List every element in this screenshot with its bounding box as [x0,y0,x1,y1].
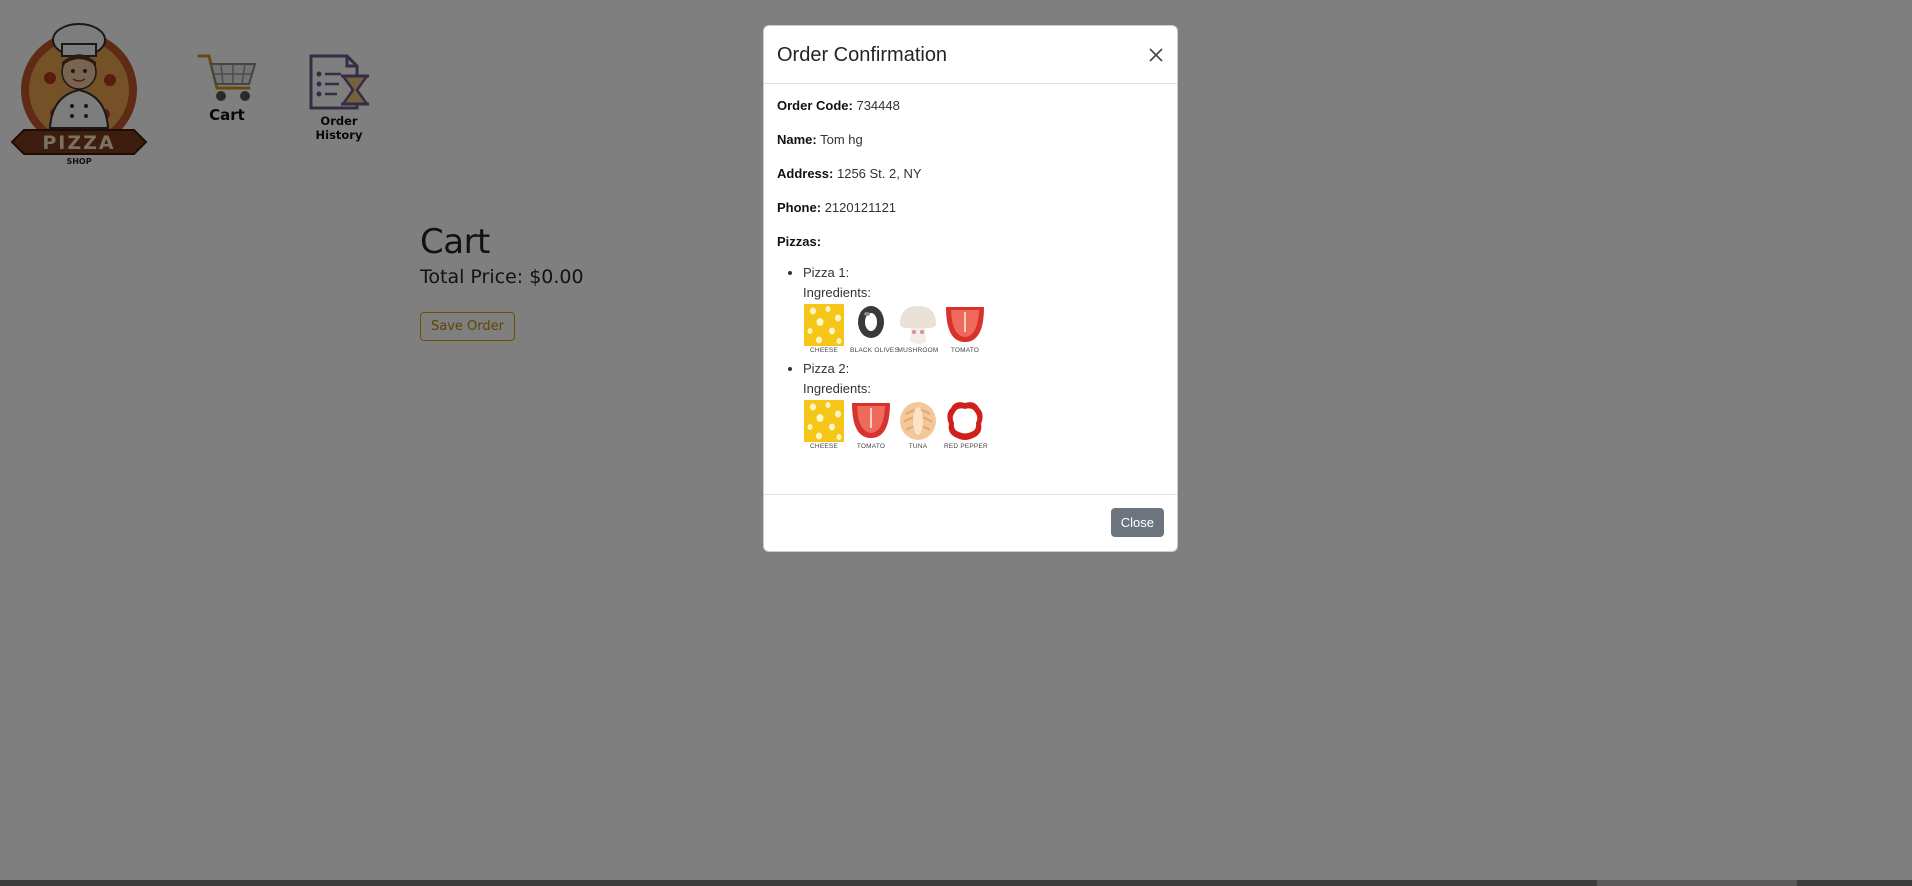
phone-label: Phone: [777,200,822,215]
ingredient-cheese: CHEESE [803,304,845,355]
black-olive-icon [858,306,884,338]
ingredient-caption: TUNA [908,443,928,450]
ingredient-tomato: TOMATO [944,304,986,355]
pizza-label: Pizza 2: [803,361,850,376]
tuna-icon [900,402,936,440]
address-label: Address: [777,166,834,181]
ingredient-row: CHEESE BLACK OLIVES MUSHROOM TOMATO [803,304,1164,355]
ingredient-tomato: TOMATO [850,400,892,451]
order-code-label: Order Code: [777,98,853,113]
address-row: Address: 1256 St. 2, NY [777,166,1164,181]
name-value: Tom hg [820,132,863,147]
modal-title: Order Confirmation [777,44,948,66]
cheese-icon [804,304,844,346]
ingredient-caption: CHEESE [810,443,838,450]
modal-header: Order Confirmation [764,26,1177,84]
ingredient-row: CHEESE TOMATO TUNA RED PEPPER [803,400,1164,451]
close-icon [1149,48,1163,62]
ingredient-caption: RED PEPPER [944,443,988,450]
name-row: Name: Tom hg [777,132,1164,147]
close-button[interactable]: Close [1110,508,1164,537]
order-confirmation-modal: Order Confirmation Order Code: 734448 Na… [763,25,1178,552]
pizzas-label: Pizzas: [777,234,822,249]
tomato-icon [852,403,890,438]
name-label: Name: [777,132,817,147]
tomato-icon [946,307,984,342]
ingredient-caption: TOMATO [950,347,980,354]
ingredient-black-olives: BLACK OLIVES [850,304,900,355]
ingredient-caption: BLACK OLIVES [850,347,900,354]
mushroom-icon [900,306,936,344]
modal-body: Order Code: 734448 Name: Tom hg Address:… [764,84,1177,451]
address-value: 1256 St. 2, NY [836,166,922,181]
pizza-item: Pizza 2: Ingredients: CHEESE [803,359,1164,451]
pizza-item: Pizza 1: Ingredients: CHEESE [803,263,1164,355]
ingredient-mushroom: MUSHROOM [897,304,939,355]
ingredients-label: Ingredients: [803,381,871,396]
cheese-icon [804,400,844,442]
ingredients-label: Ingredients: [803,285,871,300]
ingredient-cheese: CHEESE [803,400,845,451]
ingredient-red-pepper: RED PEPPER [944,400,988,451]
ingredient-caption: CHEESE [810,347,838,354]
pizza-label: Pizza 1: [803,265,850,280]
horizontal-scrollbar[interactable] [0,880,1912,886]
modal-close-x-button[interactable] [1145,44,1167,66]
pizza-list: Pizza 1: Ingredients: CHEESE [777,263,1164,451]
phone-row: Phone: 2120121121 [777,200,1164,215]
ingredient-tuna: TUNA [897,400,939,451]
scrollbar-thumb[interactable] [1597,880,1797,886]
ingredient-caption: MUSHROOM [897,347,939,354]
phone-value: 2120121121 [824,200,897,215]
pizzas-heading: Pizzas: [777,234,1164,249]
order-code-value: 734448 [856,98,900,113]
red-pepper-icon [947,402,983,440]
modal-footer: Close [764,494,1177,552]
ingredient-caption: TOMATO [856,443,886,450]
order-code-row: Order Code: 734448 [777,98,1164,113]
